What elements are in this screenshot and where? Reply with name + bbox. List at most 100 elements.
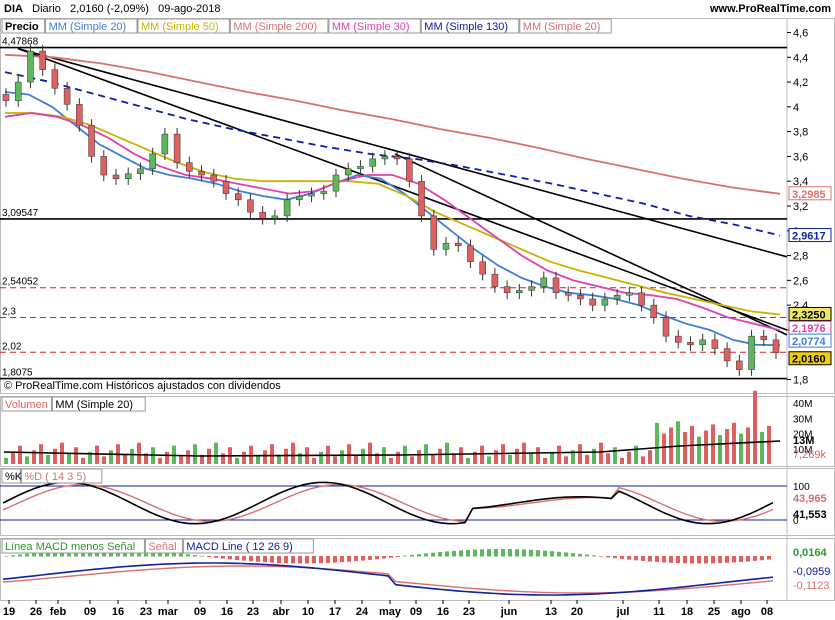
macd-histogram-bar — [592, 555, 596, 557]
volume-bar — [179, 456, 183, 464]
macd-histogram-bar — [256, 556, 260, 562]
price-marker-label: 2,0774 — [792, 336, 827, 348]
volume-bar — [396, 451, 400, 464]
candle-body — [687, 342, 694, 346]
candle-body — [454, 242, 462, 246]
macd-histogram-bar — [473, 549, 477, 557]
volume-bar — [676, 421, 680, 464]
volume-bar — [95, 445, 99, 464]
macd-line — [2, 562, 774, 596]
candle-body — [271, 215, 279, 219]
price-tick-label: 4,6 — [793, 27, 808, 39]
macd-histogram-bar — [284, 556, 288, 564]
volume-bar — [354, 454, 358, 464]
candle-body — [210, 174, 218, 182]
x-axis-label: 23 — [140, 606, 152, 618]
macd-histogram-bar — [466, 549, 470, 557]
volume-bar — [767, 425, 771, 464]
volume-bar — [620, 457, 624, 464]
macd-histogram-bar — [305, 556, 309, 564]
candle-body — [772, 339, 780, 353]
volume-bar — [221, 453, 225, 464]
volume-bar — [235, 457, 239, 464]
volume-bar — [585, 454, 589, 464]
stoch-legend-0: %K — [5, 471, 23, 483]
volume-bar — [368, 442, 372, 464]
macd-histogram-bar — [711, 556, 715, 564]
volume-bar — [46, 454, 50, 464]
volume-bar — [25, 456, 29, 464]
candle-body — [296, 195, 303, 201]
stoch-marker: 41,553 — [793, 509, 827, 521]
price-tick-label: 3,2 — [793, 201, 808, 213]
volume-bar — [340, 450, 344, 464]
candle-body — [601, 298, 609, 306]
site-label[interactable]: www.ProRealTime.com — [710, 3, 831, 15]
macd-histogram-bar — [522, 549, 526, 557]
candle-body — [320, 190, 328, 194]
volume-bar — [102, 456, 106, 464]
price-marker-label: 3,2985 — [792, 189, 826, 201]
volume-bar — [760, 432, 764, 464]
x-axis-label: mar — [158, 606, 179, 618]
macd-marker: -0,0959 — [793, 566, 830, 578]
volume-tick-label: 40M — [793, 399, 812, 410]
volume-bar — [515, 448, 519, 464]
candle-body — [369, 158, 376, 167]
volume-bar — [613, 447, 617, 464]
price-marker-label: 2,1976 — [792, 323, 826, 335]
candle-body — [149, 153, 156, 170]
macd-histogram-bar — [186, 554, 190, 557]
candle-body — [552, 277, 560, 294]
volume-bar — [669, 427, 673, 464]
candle-body — [112, 174, 120, 179]
candle-body — [442, 242, 450, 250]
macd-legend-1: Señal — [148, 541, 176, 553]
candle-body — [650, 304, 658, 318]
volume-bar — [11, 451, 15, 464]
level-label: 4,47868 — [2, 37, 39, 48]
macd-legend-2: MACD Line ( 12 26 9) — [186, 541, 292, 553]
candle-body — [332, 174, 340, 192]
candle-body — [406, 158, 413, 182]
macd-histogram-bar — [375, 556, 379, 560]
macd-histogram-bar — [389, 556, 393, 558]
candle-body — [430, 215, 438, 250]
volume-bar — [130, 448, 134, 464]
x-axis-label: jul — [616, 606, 630, 618]
volume-bar — [270, 444, 274, 464]
macd-histogram-bar — [32, 552, 36, 557]
macd-histogram-bar — [739, 556, 743, 562]
volume-bar — [109, 450, 113, 464]
macd-histogram-bar — [760, 556, 764, 561]
volume-bar — [578, 444, 582, 464]
macd-histogram-bar — [270, 556, 274, 563]
macd-histogram-bar — [193, 555, 197, 557]
macd-histogram-bar — [557, 551, 561, 557]
macd-histogram-bar — [228, 556, 232, 560]
macd-histogram-bar — [25, 553, 29, 557]
volume-bar — [214, 442, 218, 464]
volume-bar — [550, 451, 554, 464]
stoch-k-line — [2, 481, 774, 525]
legend-item-6: MM (Simple 20) — [523, 21, 601, 33]
candle-body — [528, 286, 535, 291]
volume-bar — [487, 456, 491, 464]
macd-histogram-bar — [620, 556, 624, 559]
macd-histogram-bar — [704, 556, 708, 564]
macd-histogram-bar — [599, 556, 603, 557]
macd-histogram-bar — [683, 556, 687, 564]
legend-item-2: MM (Simple 50) — [141, 21, 219, 33]
candle-body — [393, 156, 401, 160]
volume-bar — [67, 453, 71, 464]
candle-body — [503, 286, 511, 294]
symbol-label[interactable]: DIA — [4, 3, 23, 15]
price-marker-label: 2,3250 — [792, 309, 826, 321]
price-tick-label: 3,8 — [793, 127, 808, 139]
volume-bar — [445, 442, 449, 464]
volume-bar — [725, 428, 729, 464]
macd-histogram-bar — [627, 556, 631, 560]
macd-histogram-bar — [291, 556, 295, 564]
volume-bar — [18, 445, 22, 464]
x-axis-label: 16 — [221, 606, 233, 618]
